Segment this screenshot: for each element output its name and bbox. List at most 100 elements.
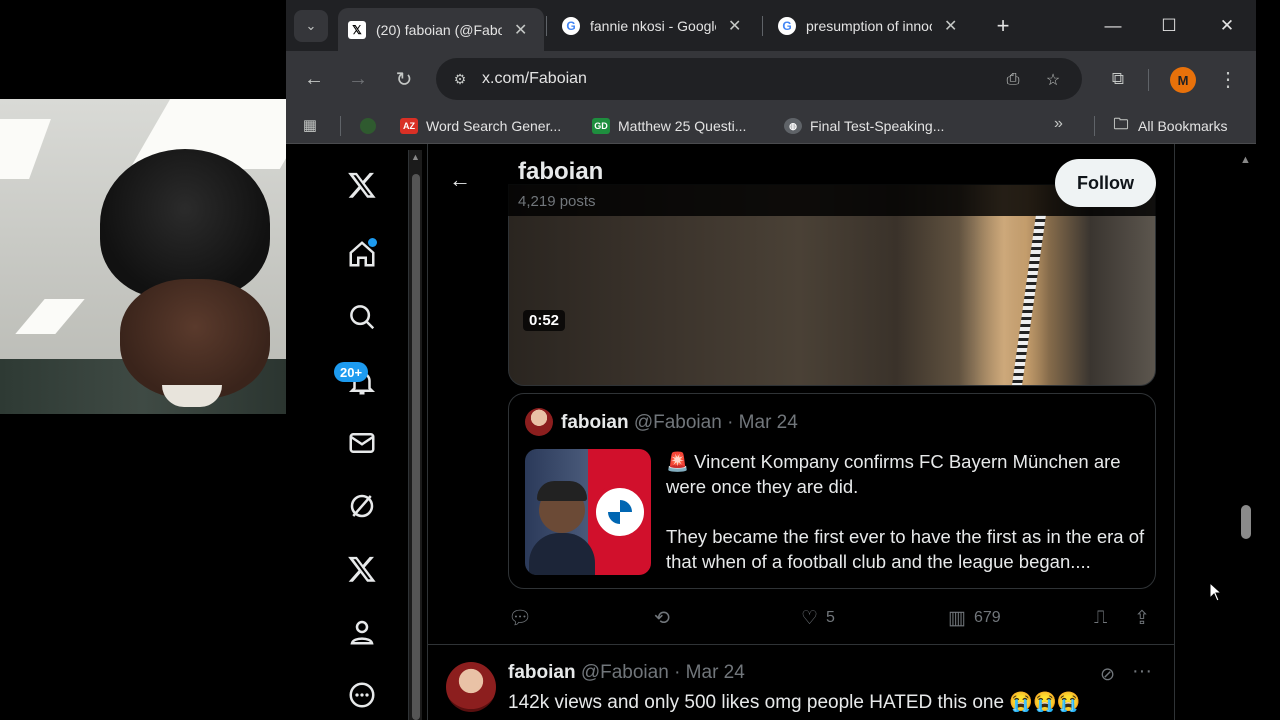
tab-separator: [546, 16, 547, 36]
tweet-divider: [428, 644, 1174, 645]
tab-google-search-1[interactable]: G fannie nkosi - Google Search ✕: [552, 8, 758, 44]
quoted-tweet-image[interactable]: [525, 449, 651, 575]
all-bookmarks-button[interactable]: 🗀 All Bookmarks: [1112, 115, 1227, 137]
browser-menu-icon[interactable]: ⋮: [1216, 65, 1240, 93]
bookmark-star-icon[interactable]: ☆: [1042, 69, 1064, 91]
grok-icon[interactable]: ⊘: [1100, 664, 1115, 685]
person-beanie: [100, 149, 270, 299]
profile-name: faboian: [518, 158, 604, 185]
bookmark-favicon: [360, 118, 376, 134]
bookmark-label: Final Test-Speaking...: [810, 118, 945, 134]
google-icon: G: [778, 17, 796, 35]
scrollbar-thumb[interactable]: [1241, 505, 1251, 539]
share-button[interactable]: ⇪: [1134, 605, 1158, 631]
back-button[interactable]: ←: [298, 63, 330, 95]
scroll-up-icon[interactable]: ▲: [1240, 154, 1251, 166]
az-icon: AZ: [400, 118, 418, 134]
bookmark-matthew-25[interactable]: GD Matthew 25 Questi...: [592, 115, 746, 137]
scrollbar-thumb[interactable]: [412, 174, 420, 720]
url-text[interactable]: x.com/Faboian: [482, 70, 587, 88]
forward-button[interactable]: →: [342, 63, 374, 95]
image-person-body: [529, 533, 595, 575]
more-options-icon[interactable]: ···: [1132, 660, 1152, 683]
bookmark-separator: [340, 116, 341, 136]
home-icon[interactable]: [342, 234, 382, 274]
bookmark-icon: ⎍: [1094, 607, 1108, 628]
close-icon: ✕: [1219, 16, 1235, 35]
author-handle-date: @Faboian · Mar 24: [628, 412, 798, 433]
grok-icon[interactable]: [342, 486, 382, 526]
quoted-tweet[interactable]: faboian @Faboian · Mar 24 🚨 Vincent Komp…: [508, 393, 1156, 589]
ceiling-light: [15, 299, 85, 334]
x-premium-icon[interactable]: [342, 549, 382, 589]
tweet-header: faboian @Faboian · Mar 24: [508, 662, 745, 684]
fc-bayern-logo: [592, 484, 648, 540]
quoted-tweet-header: faboian @Faboian · Mar 24: [561, 412, 798, 434]
view-count: 679: [973, 609, 1001, 626]
tab-title: (20) faboian (@Faboian) / X: [376, 21, 502, 38]
apps-grid-icon[interactable]: ▦: [300, 115, 320, 135]
arrow-right-icon: →: [348, 67, 368, 90]
arrow-left-icon: ←: [304, 67, 324, 90]
bookmark-word-search[interactable]: AZ Word Search Gener...: [400, 115, 561, 137]
close-icon[interactable]: ✕: [514, 20, 527, 40]
install-app-icon[interactable]: ⎙: [1002, 69, 1024, 91]
search-icon[interactable]: [342, 297, 382, 337]
avatar[interactable]: [525, 408, 553, 436]
tab-strip: ⌄ 𝕏 (20) faboian (@Faboian) / X ✕ G fann…: [286, 0, 1256, 51]
gd-icon: GD: [592, 118, 610, 134]
quoted-tweet-text: 🚨 Vincent Kompany confirms FC Bayern Mün…: [666, 451, 1145, 572]
bookmark-button[interactable]: ⎍: [1094, 605, 1115, 631]
views-button[interactable]: ▥ 679: [948, 605, 1001, 631]
more-circle-icon[interactable]: [342, 675, 382, 715]
page-scrollbar[interactable]: ▲: [1238, 150, 1254, 720]
close-icon[interactable]: ✕: [728, 16, 741, 36]
x-logo-icon[interactable]: [342, 165, 382, 205]
repost-button[interactable]: ⟲: [654, 605, 678, 631]
bookmark-final-test[interactable]: ◍ Final Test-Speaking...: [784, 115, 944, 137]
close-window-button[interactable]: ✕: [1204, 10, 1250, 42]
author-name[interactable]: faboian: [561, 412, 629, 433]
extensions-icon[interactable]: ⧉: [1106, 67, 1130, 91]
site-settings-icon[interactable]: ⚙: [450, 69, 470, 89]
tab-separator: [762, 16, 763, 36]
folder-icon: 🗀: [1113, 115, 1129, 133]
close-icon[interactable]: ✕: [944, 16, 957, 36]
avatar[interactable]: [446, 662, 496, 712]
author-handle-date: @Faboian · Mar 24: [575, 662, 745, 683]
reload-button[interactable]: ↻: [388, 63, 420, 95]
mouse-cursor-icon: [1209, 582, 1223, 602]
tweet[interactable]: faboian @Faboian · Mar 24 ⊘ ··· 142k vie…: [428, 646, 1174, 720]
address-bar[interactable]: ⚙ x.com/Faboian ⎙ ☆: [436, 58, 1082, 100]
person-face: [120, 279, 270, 399]
maximize-icon: ☐: [1161, 16, 1177, 35]
back-arrow-icon[interactable]: ←: [448, 167, 472, 192]
like-button[interactable]: ♡ 5: [801, 605, 835, 631]
author-name[interactable]: faboian: [508, 662, 576, 683]
x-page: 20+ ▲ 0:52 ← faboian 4,219 posts Follow …: [286, 144, 1256, 720]
tab-search-button[interactable]: ⌄: [294, 10, 328, 42]
profile-avatar-button[interactable]: M: [1170, 67, 1196, 93]
tab-x-profile[interactable]: 𝕏 (20) faboian (@Faboian) / X ✕: [338, 8, 544, 51]
browser-window: ⌄ 𝕏 (20) faboian (@Faboian) / X ✕ G fann…: [286, 0, 1256, 720]
follow-button[interactable]: Follow: [1055, 159, 1156, 207]
logo-center: [608, 500, 632, 524]
minimize-button[interactable]: —: [1090, 10, 1136, 42]
tab-title: fannie nkosi - Google Search: [590, 18, 716, 34]
analytics-icon: ▥: [948, 607, 966, 629]
screen: ⌄ 𝕏 (20) faboian (@Faboian) / X ✕ G fann…: [0, 0, 1280, 720]
browser-toolbar: ← → ↻ ⚙ x.com/Faboian ⎙ ☆ ⧉ M ⋮: [286, 51, 1256, 108]
tab-title: presumption of innocence - Google Search: [806, 18, 932, 34]
mail-icon[interactable]: [342, 423, 382, 463]
new-tab-button[interactable]: +: [989, 12, 1017, 40]
tweet-text: 142k views and only 500 likes omg people…: [508, 692, 1081, 713]
tab-google-search-2[interactable]: G presumption of innocence - Google Sear…: [768, 8, 974, 44]
reload-icon: ↻: [395, 68, 413, 91]
scroll-up-icon[interactable]: ▲: [411, 152, 421, 162]
more-bookmarks-icon[interactable]: »: [1054, 115, 1063, 133]
ceiling-light: [0, 119, 51, 179]
left-scrollbar[interactable]: ▲: [408, 150, 422, 720]
reply-button[interactable]: 💬︎: [508, 605, 540, 631]
maximize-button[interactable]: ☐: [1146, 10, 1192, 42]
profile-icon[interactable]: [342, 612, 382, 652]
